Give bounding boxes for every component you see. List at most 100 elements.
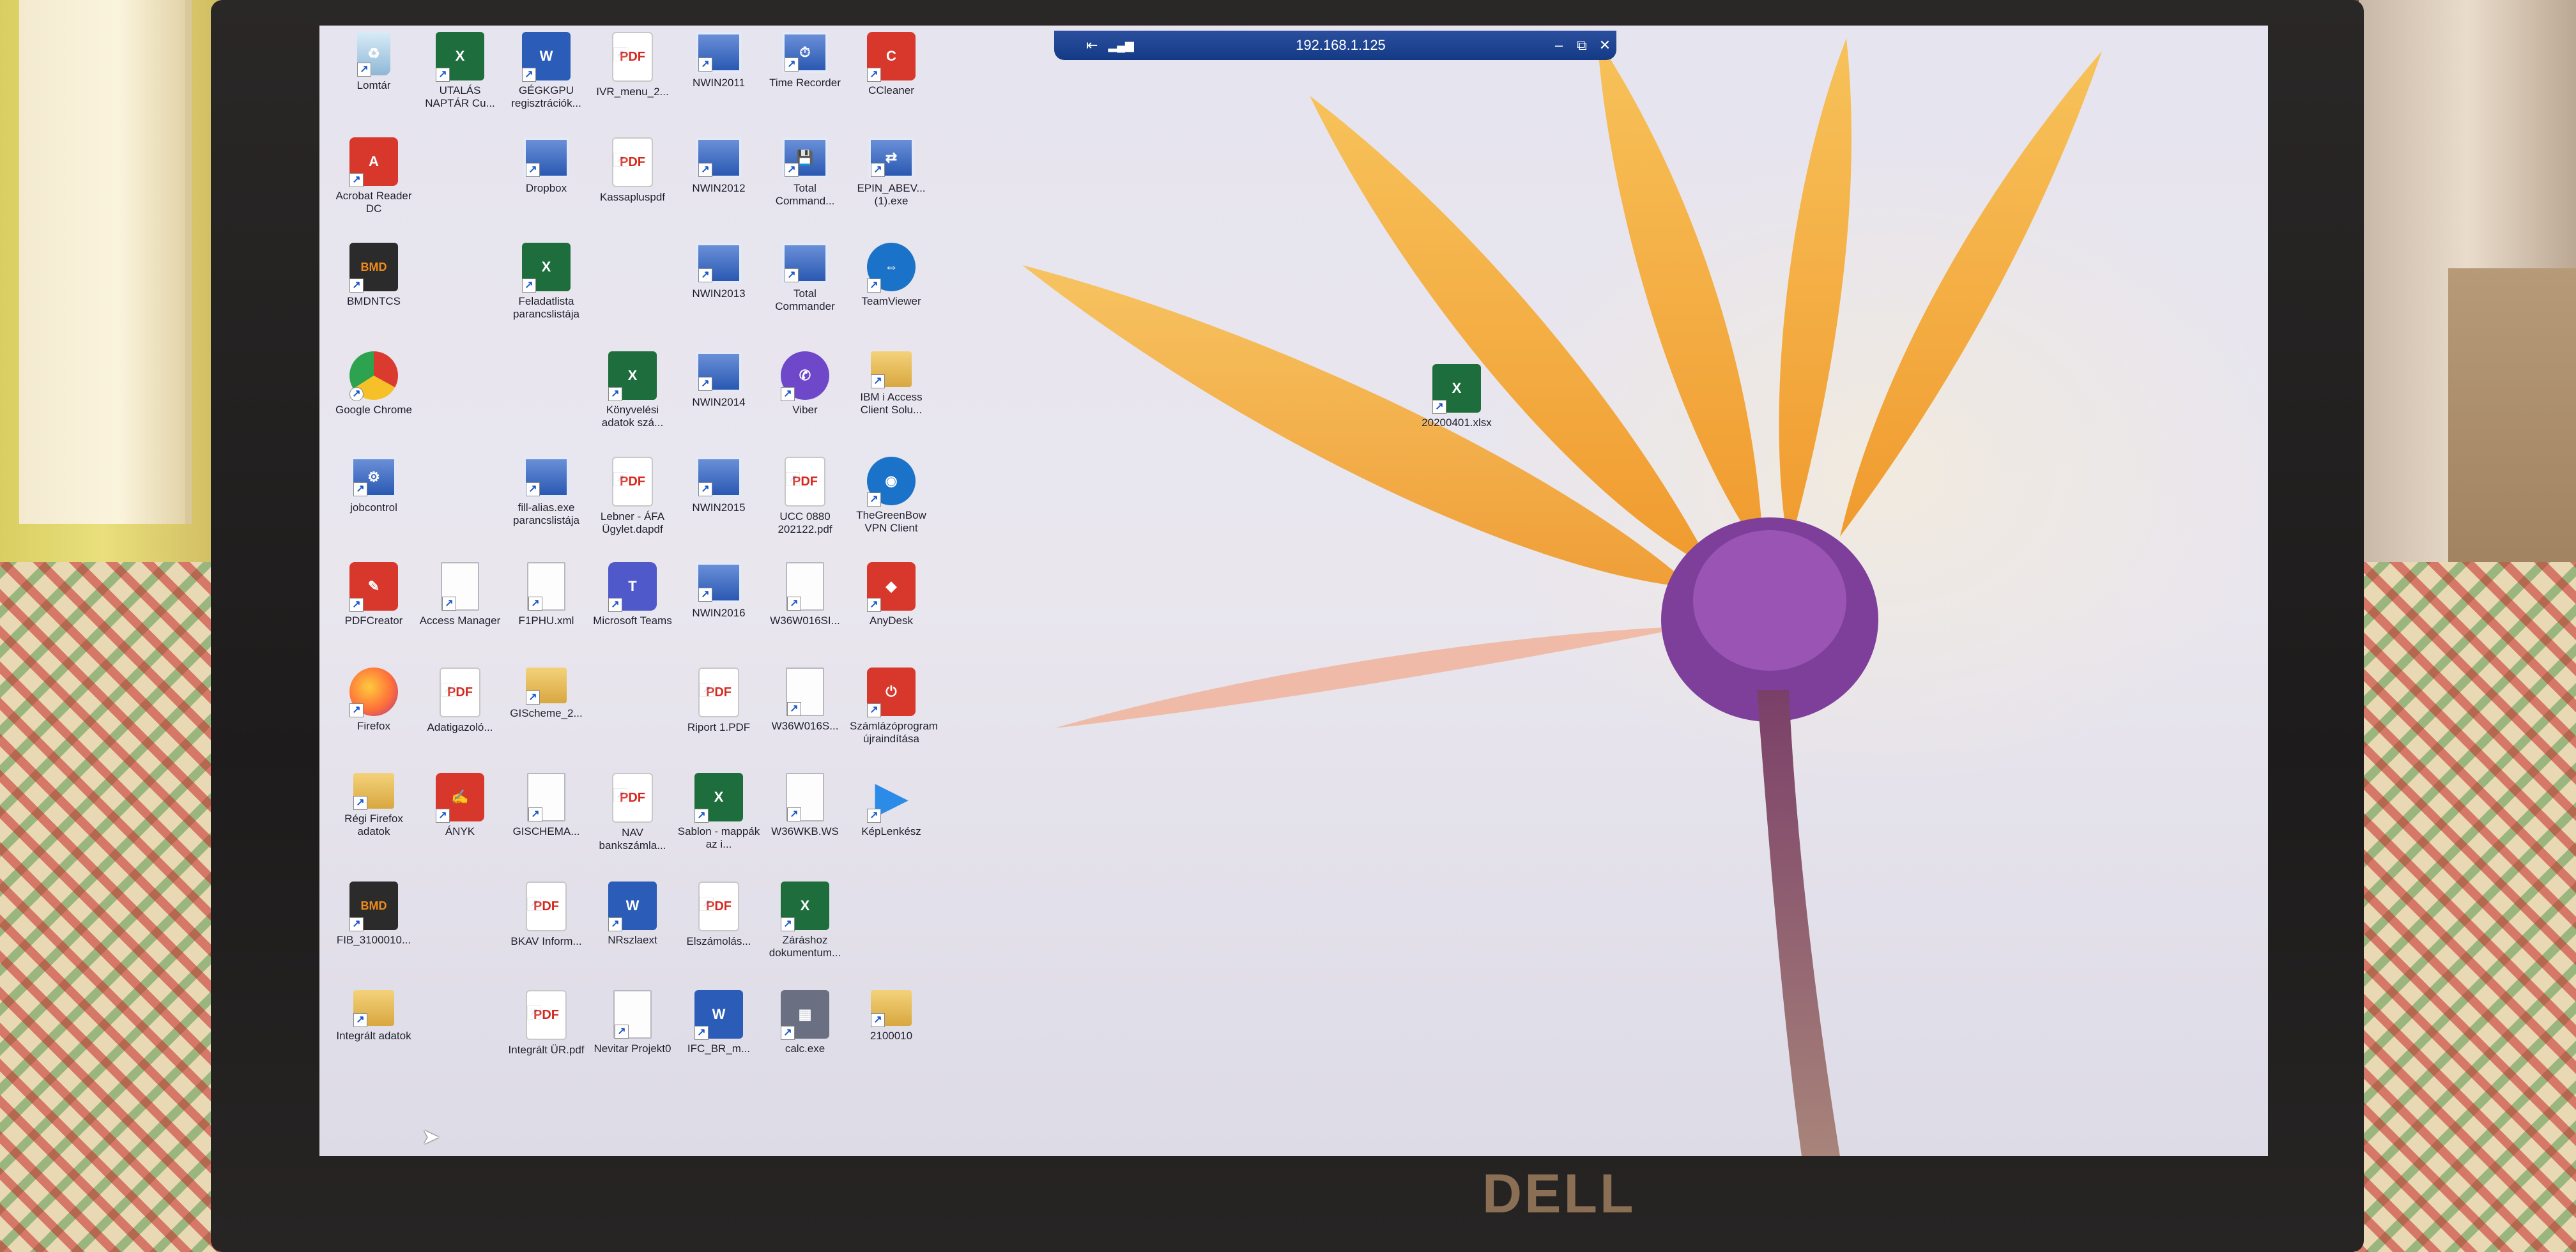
desktop-icon[interactable]: 2100010 <box>850 990 933 1042</box>
desktop-icon[interactable]: F1PHU.xml <box>505 562 588 627</box>
desktop-icon[interactable]: T Microsoft Teams <box>591 562 674 627</box>
desktop-icon[interactable]: XUTALÁS NAPTÁR Cu... <box>418 32 502 110</box>
desktop-icon-label: KépLenkész <box>861 825 921 837</box>
desktop-icon-label: IVR_menu_2... <box>596 86 669 98</box>
desktop-icon[interactable]: ✆ Viber <box>763 351 847 416</box>
chrome-icon <box>349 351 398 401</box>
folder-icon <box>353 990 394 1027</box>
desktop-icon[interactable]: ⏱ Time Recorder <box>763 32 847 89</box>
desktop-icon[interactable]: ▦ calc.exe <box>763 990 847 1055</box>
desktop-icon[interactable]: Firefox <box>332 668 415 733</box>
remote-host-address: 192.168.1.125 <box>1296 37 1386 53</box>
desktop-icon[interactable]: W NRszlaext <box>591 882 674 947</box>
vpn-icon: ◉ <box>867 457 916 507</box>
restore-icon[interactable]: ⧉ <box>1570 37 1593 54</box>
desktop-icon[interactable]: 💾 Total Command... <box>763 137 847 208</box>
desktop-icon-label: NWIN2015 <box>692 501 746 514</box>
desktop-icon[interactable]: ⚙ jobcontrol <box>332 457 415 514</box>
desktop-icon[interactable]: fill-alias.exe parancslistája <box>505 457 588 527</box>
remote-session-bar[interactable]: ⇤ ▂▄▆ 192.168.1.125 – ⧉ ✕ <box>1054 31 1616 60</box>
desktop-icon[interactable]: NWIN2016 <box>677 562 760 620</box>
document-icon <box>786 562 824 611</box>
desktop-icon[interactable]: Régi Firefox adatok <box>332 773 415 838</box>
desktop-icon[interactable]: PDF IVR_menu_2... <box>591 32 674 98</box>
excel-icon: X <box>1432 364 1481 414</box>
pdf-icon: PDF <box>526 990 567 1040</box>
desktop-icon[interactable]: NWIN2011 <box>677 32 760 89</box>
app-icon <box>696 562 742 603</box>
desktop-icon[interactable]: PDF NAV bankszámla... <box>591 773 674 852</box>
pin-icon[interactable]: ⇤ <box>1086 37 1098 54</box>
desktop-icon[interactable]: W36WKB.WS <box>763 773 847 838</box>
desktop-icon[interactable]: ⏻ Számlázóprogram újraindítása <box>850 668 938 745</box>
desktop-icon-label: Firefox <box>357 720 390 732</box>
desktop-icon[interactable]: PDF Integrált ÜR.pdf <box>505 990 588 1057</box>
desktop-icon[interactable]: PDF Adatigazoló... <box>418 668 502 734</box>
desktop-icon-label: IFC_BR_m... <box>687 1042 751 1055</box>
desktop-icon[interactable]: ◆ AnyDesk <box>850 562 933 627</box>
desktop-icon-label: Elszámolás... <box>686 935 751 947</box>
desktop-icon[interactable]: PDF UCC 0880 202122.pdf <box>763 457 847 536</box>
desktop-icon[interactable]: C CCleaner <box>850 32 933 97</box>
desktop-icon-label: Nevitar Projekt0 <box>594 1042 671 1055</box>
desktop-icon[interactable]: IBM i Access Client Solu... <box>850 351 933 416</box>
anyk-icon: ✍ <box>436 773 484 823</box>
desktop-icon[interactable]: XFeladatlista parancslistája <box>505 243 588 321</box>
app-icon: ⇄ <box>868 137 914 178</box>
desktop-icon[interactable]: Nevitar Projekt0 <box>591 990 674 1055</box>
desktop-icon[interactable]: NWIN2012 <box>677 137 760 195</box>
desktop-icon[interactable]: WGÉGKGPU regisztrációk... <box>505 32 588 110</box>
desktop-icon[interactable]: NWIN2015 <box>677 457 760 514</box>
desktop-icon[interactable]: ▶ KépLenkész <box>850 773 933 838</box>
desktop-icon[interactable]: NWIN2014 <box>677 351 760 409</box>
desktop-icon[interactable]: Access Manager <box>418 562 502 627</box>
app-icon <box>696 32 742 73</box>
pdf-icon: PDF <box>785 457 825 507</box>
close-icon[interactable]: ✕ <box>1593 37 1616 54</box>
desktop-icon[interactable]: Google Chrome <box>332 351 415 416</box>
desktop-icon[interactable]: Total Commander <box>763 243 847 313</box>
desktop-icon[interactable]: ✎ PDFCreator <box>332 562 415 627</box>
desktop-icon[interactable]: XSablon - mappák az i... <box>677 773 760 851</box>
desktop-icon[interactable]: BMD BMDNTCS <box>332 243 415 308</box>
desktop-icon[interactable]: X Záráshoz dokumentum... <box>763 882 847 959</box>
desktop-icon[interactable]: X Könyvelési adatok szá... <box>591 351 674 429</box>
excel-icon: X <box>522 243 571 293</box>
desktop-icon[interactable]: ⇔ TeamViewer <box>850 243 933 308</box>
desktop-icon[interactable]: PDF Riport 1.PDF <box>677 668 760 734</box>
desktop-icon[interactable]: ♻ Lomtár <box>332 32 415 92</box>
desktop-icon[interactable]: PDF Kassapluspdf <box>591 137 674 204</box>
desktop-icon[interactable]: A Acrobat Reader DC <box>332 137 415 215</box>
desktop-icon-label: F1PHU.xml <box>518 615 574 627</box>
desktop-icon[interactable]: NWIN2013 <box>677 243 760 300</box>
excel-icon: X <box>781 882 829 931</box>
folder-icon <box>353 773 394 810</box>
desktop-icon[interactable]: PDF Lebner - ÁFA Ügylet.dapdf <box>591 457 674 536</box>
firefox-icon <box>349 668 398 717</box>
desktop-icon[interactable]: GISCHEMA... <box>505 773 588 838</box>
desktop-icon-label: NWIN2013 <box>692 287 746 300</box>
desktop-icon[interactable]: W36W016SI... <box>763 562 847 627</box>
desktop-screen: ⇤ ▂▄▆ 192.168.1.125 – ⧉ ✕ ♻LomtárXUTALÁS… <box>319 26 2268 1156</box>
desktop-icon[interactable]: Integrált adatok <box>332 990 415 1042</box>
desktop-icon[interactable]: W36W016S... <box>763 668 847 733</box>
desktop-icon[interactable]: ◉TheGreenBow VPN Client <box>850 457 933 535</box>
minimize-icon[interactable]: – <box>1547 37 1570 54</box>
desktop-icon[interactable]: BMD FIB_3100010... <box>332 882 415 947</box>
dell-logo: DELL <box>1482 1163 1636 1225</box>
desktop-icon[interactable]: PDF BKAV Inform... <box>505 882 588 948</box>
desktop-icon-label: Dropbox <box>525 182 567 194</box>
desktop-icon[interactable]: ⇄ EPIN_ABEV... (1).exe <box>850 137 933 208</box>
word-icon: W <box>608 882 657 931</box>
desktop-icon[interactable]: PDF Elszámolás... <box>677 882 760 948</box>
excel-icon: X <box>608 351 657 401</box>
desktop-icon-label: calc.exe <box>785 1042 825 1055</box>
floppy-icon: 💾 <box>782 137 828 178</box>
desktop-icon[interactable]: X 20200401.xlsx <box>1415 364 1498 429</box>
desktop-icon[interactable]: W IFC_BR_m... <box>677 990 760 1055</box>
folder-icon <box>871 351 912 388</box>
desktop-icon[interactable]: ✍ ÁNYK <box>418 773 502 838</box>
desktop-icon[interactable]: GIScheme_2... <box>505 668 588 720</box>
archive-icon <box>526 668 567 705</box>
desktop-icon[interactable]: Dropbox <box>505 137 588 195</box>
